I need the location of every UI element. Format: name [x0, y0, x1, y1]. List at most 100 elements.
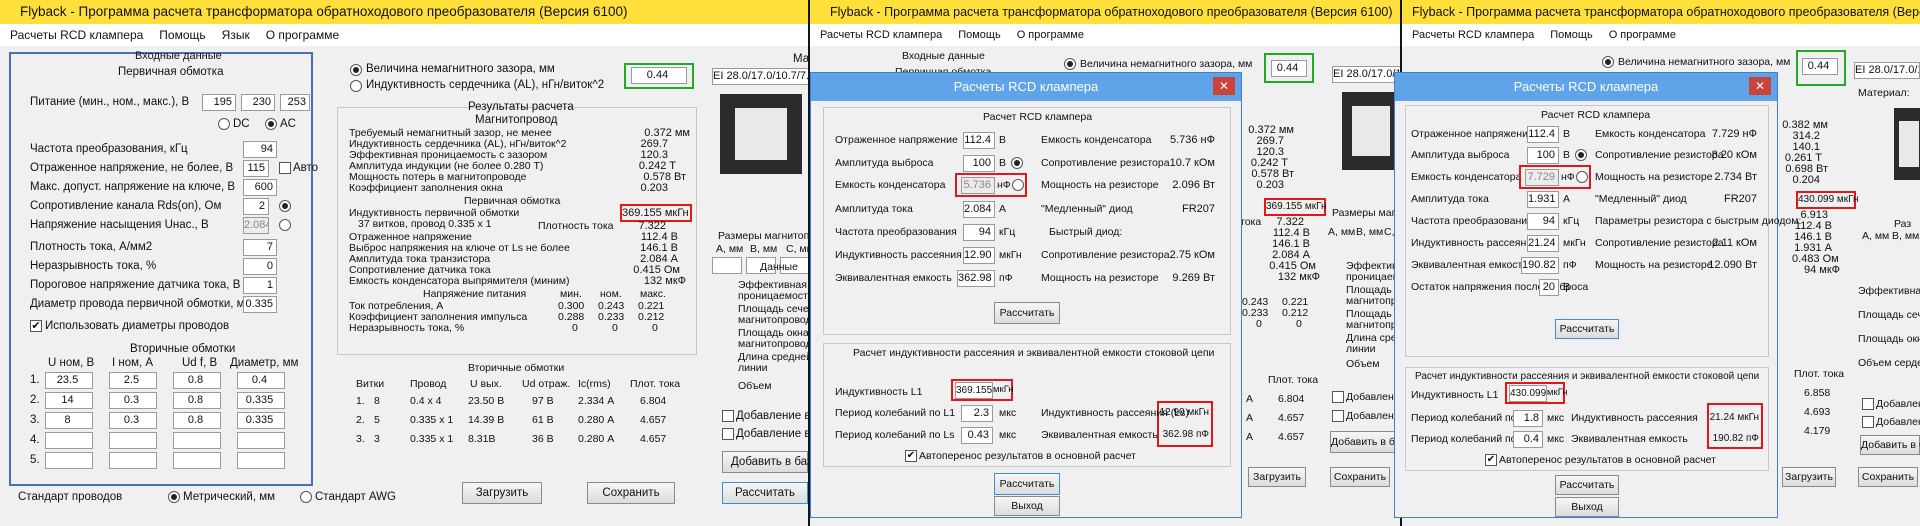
- add-db-checkbox[interactable]: [1332, 410, 1344, 422]
- menu-help[interactable]: Помощь: [958, 29, 1001, 41]
- sec-cell[interactable]: [173, 432, 221, 449]
- param-input[interactable]: 2.084: [243, 217, 269, 234]
- sec-cell[interactable]: 0.8: [173, 412, 221, 429]
- menu-help[interactable]: Помощь: [159, 28, 205, 42]
- capacitor-radio[interactable]: [1576, 171, 1588, 183]
- param-input[interactable]: 0.335: [243, 296, 277, 313]
- sec-cell[interactable]: 0.3: [109, 412, 157, 429]
- leak-input[interactable]: 369.155: [955, 382, 993, 399]
- gap-radio[interactable]: [350, 64, 362, 76]
- supply-nom[interactable]: 230: [241, 94, 275, 111]
- rcd-input[interactable]: 362.98: [957, 270, 995, 287]
- awg-radio[interactable]: [300, 491, 312, 503]
- menu-rcd[interactable]: Расчеты RCD клампера: [820, 29, 942, 41]
- leak-calc-button[interactable]: Рассчитать: [994, 473, 1060, 495]
- dim-a[interactable]: [712, 257, 742, 274]
- calculate-button[interactable]: Рассчитать: [722, 482, 808, 504]
- rcd-input[interactable]: 112.4: [1527, 126, 1559, 143]
- menu-language[interactable]: Язык: [222, 28, 250, 42]
- autotransfer-checkbox[interactable]: ✔: [905, 450, 917, 462]
- rcd-input[interactable]: 21.24: [1527, 235, 1559, 252]
- add-db-checkbox[interactable]: [722, 410, 734, 422]
- core-select[interactable]: EI 28.0/17.0/10.7/: [1332, 66, 1400, 83]
- rcd-calc-button[interactable]: Рассчитать: [994, 302, 1060, 324]
- supply-min[interactable]: 195: [202, 94, 236, 111]
- capacitor-radio[interactable]: [1012, 179, 1024, 191]
- metric-radio[interactable]: [168, 491, 180, 503]
- add-db-checkbox[interactable]: [722, 428, 734, 440]
- supply-max[interactable]: 253: [280, 94, 310, 111]
- menu-about[interactable]: О программе: [1017, 29, 1084, 41]
- param-input[interactable]: 1: [243, 277, 277, 294]
- gap-radio[interactable]: [1064, 58, 1076, 70]
- rcd-calc-button[interactable]: Рассчитать: [1555, 319, 1619, 339]
- rcd-input[interactable]: 12.90: [963, 247, 995, 264]
- param-input[interactable]: 2: [243, 198, 269, 215]
- save-button[interactable]: Сохранить: [1330, 467, 1390, 487]
- auto-checkbox[interactable]: [279, 162, 291, 174]
- rcd-input[interactable]: 190.82: [1521, 257, 1559, 274]
- gap-input[interactable]: 0.44: [631, 67, 687, 84]
- sec-cell[interactable]: [45, 432, 93, 449]
- leak-input[interactable]: 430.099: [1509, 385, 1547, 402]
- rcd-input[interactable]: 100: [963, 155, 995, 172]
- save-button[interactable]: Сохранить: [587, 482, 675, 504]
- add-db-checkbox[interactable]: [1862, 398, 1874, 410]
- amplitude-radio[interactable]: [1011, 157, 1023, 169]
- rcd-input[interactable]: 100: [1527, 147, 1559, 164]
- leak-input[interactable]: 0.4: [1513, 431, 1543, 448]
- sec-cell[interactable]: [173, 452, 221, 469]
- al-radio[interactable]: [350, 80, 362, 92]
- menu-about[interactable]: О программе: [1609, 29, 1676, 41]
- rds-radio[interactable]: [279, 200, 291, 212]
- sec-cell[interactable]: 23.5: [45, 372, 93, 389]
- sec-cell[interactable]: 8: [45, 412, 93, 429]
- menu-help[interactable]: Помощь: [1550, 29, 1593, 41]
- ac-radio[interactable]: [265, 118, 277, 130]
- rcd-input[interactable]: 1.931: [1527, 191, 1559, 208]
- rcd-input[interactable]: 94: [1527, 213, 1559, 230]
- param-input[interactable]: 115: [243, 160, 269, 177]
- save-button[interactable]: Сохранить: [1858, 467, 1918, 487]
- gap-input[interactable]: 0.44: [1802, 58, 1838, 75]
- leak-input[interactable]: 1.8: [1513, 410, 1543, 427]
- leak-input[interactable]: 2.3: [961, 405, 993, 422]
- menu-about[interactable]: О программе: [266, 28, 339, 42]
- load-button[interactable]: Загрузить: [1248, 467, 1306, 487]
- menu-rcd[interactable]: Расчеты RCD клампера: [10, 28, 143, 42]
- param-input[interactable]: 7: [243, 239, 277, 256]
- add-db-checkbox[interactable]: [1332, 391, 1344, 403]
- sec-cell[interactable]: 0.335: [237, 412, 285, 429]
- add-to-db-button[interactable]: Добавить в б: [1860, 435, 1920, 455]
- rcd-input[interactable]: 94: [963, 224, 995, 241]
- param-input[interactable]: 94: [243, 141, 277, 158]
- sec-cell[interactable]: [45, 452, 93, 469]
- rcd-input[interactable]: 2.084: [963, 201, 995, 218]
- sec-cell[interactable]: 0.3: [109, 392, 157, 409]
- exit-button[interactable]: Выход: [1555, 497, 1619, 517]
- rcd-input[interactable]: 20: [1539, 279, 1559, 296]
- rcd-input[interactable]: 112.4: [963, 132, 995, 149]
- core-select[interactable]: EI 28.0/17.0/10.7/7.5: [712, 68, 808, 85]
- param-input[interactable]: 600: [243, 179, 277, 196]
- load-button[interactable]: Загрузить: [462, 482, 542, 504]
- close-icon[interactable]: ✕: [1213, 77, 1235, 95]
- gap-input[interactable]: 0.44: [1271, 60, 1307, 77]
- amplitude-radio[interactable]: [1575, 149, 1587, 161]
- add-to-db-button[interactable]: Добавить в ба: [1330, 431, 1400, 453]
- rcd-input[interactable]: 7.729: [1525, 169, 1559, 186]
- sec-cell[interactable]: 0.8: [173, 392, 221, 409]
- menu-rcd[interactable]: Расчеты RCD клампера: [1412, 29, 1534, 41]
- sec-cell[interactable]: [237, 432, 285, 449]
- rcd-input[interactable]: 5.736: [961, 177, 995, 194]
- leak-calc-button[interactable]: Рассчитать: [1555, 475, 1619, 495]
- add-db-checkbox[interactable]: [1862, 416, 1874, 428]
- sec-cell[interactable]: 0.8: [173, 372, 221, 389]
- dc-radio[interactable]: [218, 118, 230, 130]
- close-icon[interactable]: ✕: [1749, 77, 1771, 95]
- gap-radio[interactable]: [1602, 56, 1614, 68]
- use-diam-checkbox[interactable]: ✔: [30, 320, 42, 332]
- param-input[interactable]: 0: [243, 258, 277, 275]
- sec-cell[interactable]: [237, 452, 285, 469]
- sec-cell[interactable]: 2.5: [109, 372, 157, 389]
